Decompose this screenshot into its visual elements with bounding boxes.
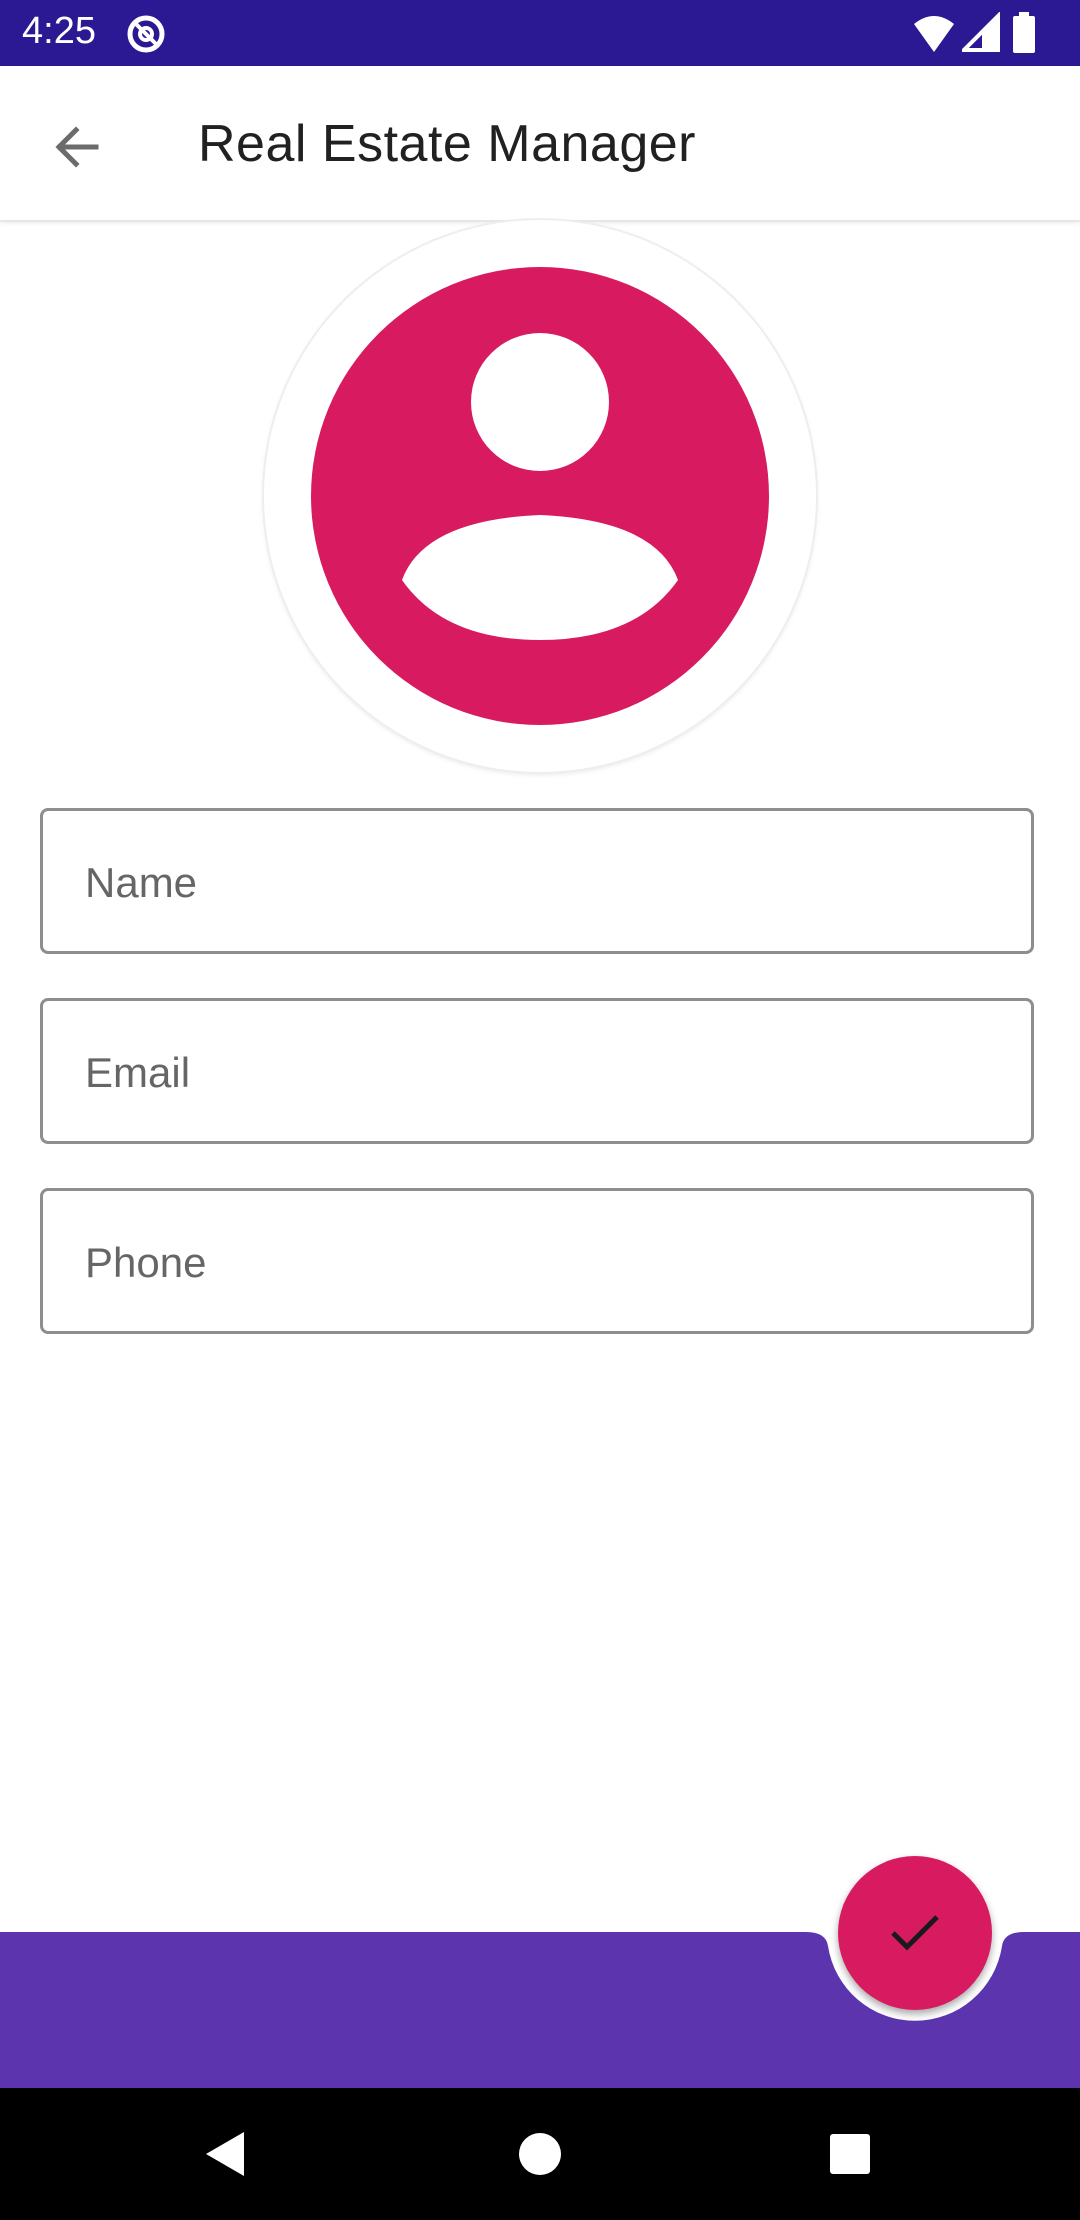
status-time: 4:25 <box>22 10 96 52</box>
cellular-signal-icon <box>962 12 1000 52</box>
check-icon <box>891 1915 939 1951</box>
account-circle-icon <box>311 267 769 725</box>
app-notification-icon <box>126 14 166 54</box>
name-field[interactable]: Name <box>40 808 1034 954</box>
nav-back-icon <box>206 2132 244 2176</box>
system-nav-bar <box>0 2088 1080 2220</box>
name-placeholder: Name <box>85 859 198 906</box>
nav-home-icon <box>519 2133 561 2175</box>
phone-field[interactable]: Phone <box>40 1188 1034 1334</box>
phone-placeholder: Phone <box>85 1239 207 1286</box>
back-button[interactable] <box>40 110 114 184</box>
arrow-back-icon <box>55 126 99 168</box>
save-fab[interactable] <box>838 1856 992 2010</box>
nav-home-button[interactable] <box>508 2122 572 2186</box>
nav-back-button[interactable] <box>196 2122 260 2186</box>
nav-recents-icon <box>830 2134 870 2174</box>
wifi-icon <box>914 16 954 52</box>
status-bar: 4:25 <box>0 0 1080 66</box>
avatar-picker[interactable] <box>264 220 816 772</box>
battery-icon <box>1013 12 1035 53</box>
page-title: Real Estate Manager <box>198 115 696 173</box>
nav-recents-button[interactable] <box>818 2122 882 2186</box>
email-field[interactable]: Email <box>40 998 1034 1144</box>
app-bar: Real Estate Manager <box>0 66 1080 222</box>
email-placeholder: Email <box>85 1049 191 1096</box>
